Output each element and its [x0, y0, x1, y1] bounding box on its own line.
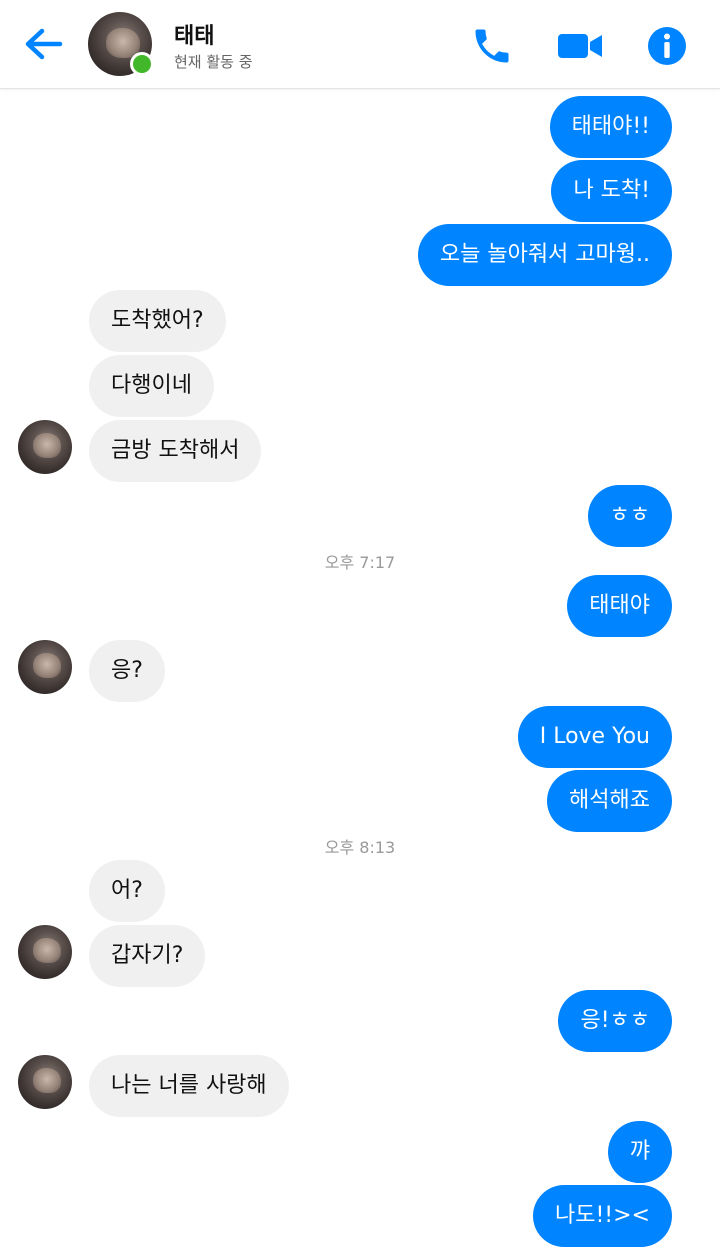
contact-status: 현재 활동 중	[174, 53, 253, 71]
back-button[interactable]	[22, 22, 66, 66]
contact-avatar[interactable]	[18, 640, 72, 694]
sent-message[interactable]: ㅎㅎ	[587, 485, 672, 547]
received-message[interactable]: 나는 너를 사랑해	[89, 1055, 289, 1117]
info-icon	[648, 27, 686, 65]
sent-message[interactable]: 해석해죠	[547, 770, 672, 832]
info-button[interactable]	[645, 24, 689, 68]
timestamp: 오후 8:13	[324, 838, 396, 857]
sent-message[interactable]: 태태야!!	[549, 96, 672, 158]
received-message[interactable]: 어?	[89, 860, 165, 922]
received-message[interactable]: 응?	[89, 640, 165, 702]
sent-message[interactable]: 나 도착!	[551, 160, 672, 222]
received-message[interactable]: 다행이네	[89, 355, 214, 417]
contact-name[interactable]: 태태	[174, 18, 214, 50]
received-message[interactable]: 갑자기?	[89, 925, 206, 987]
back-arrow-icon	[25, 28, 63, 60]
sent-message[interactable]: 오늘 놀아줘서 고마웡..	[417, 224, 672, 286]
sent-message[interactable]: 응!ㅎㅎ	[558, 990, 672, 1052]
sent-message[interactable]: I Love You	[517, 706, 672, 768]
received-message[interactable]: 금방 도착해서	[89, 420, 262, 482]
contact-avatar[interactable]	[18, 420, 72, 474]
contact-avatar[interactable]	[18, 1055, 72, 1109]
received-message[interactable]: 도착했어?	[89, 290, 226, 352]
sent-message[interactable]: 나도!!><	[533, 1185, 672, 1247]
timestamp: 오후 7:17	[324, 553, 396, 572]
sent-message[interactable]: 태태야	[567, 575, 672, 637]
video-camera-icon	[558, 34, 602, 58]
online-status-dot	[130, 52, 154, 76]
phone-icon	[475, 29, 509, 63]
voice-call-button[interactable]	[470, 24, 514, 68]
contact-avatar[interactable]	[18, 925, 72, 979]
video-call-button[interactable]	[556, 24, 602, 68]
chat-header: 태태 현재 활동 중	[0, 0, 720, 89]
sent-message[interactable]: 꺄	[607, 1121, 672, 1183]
